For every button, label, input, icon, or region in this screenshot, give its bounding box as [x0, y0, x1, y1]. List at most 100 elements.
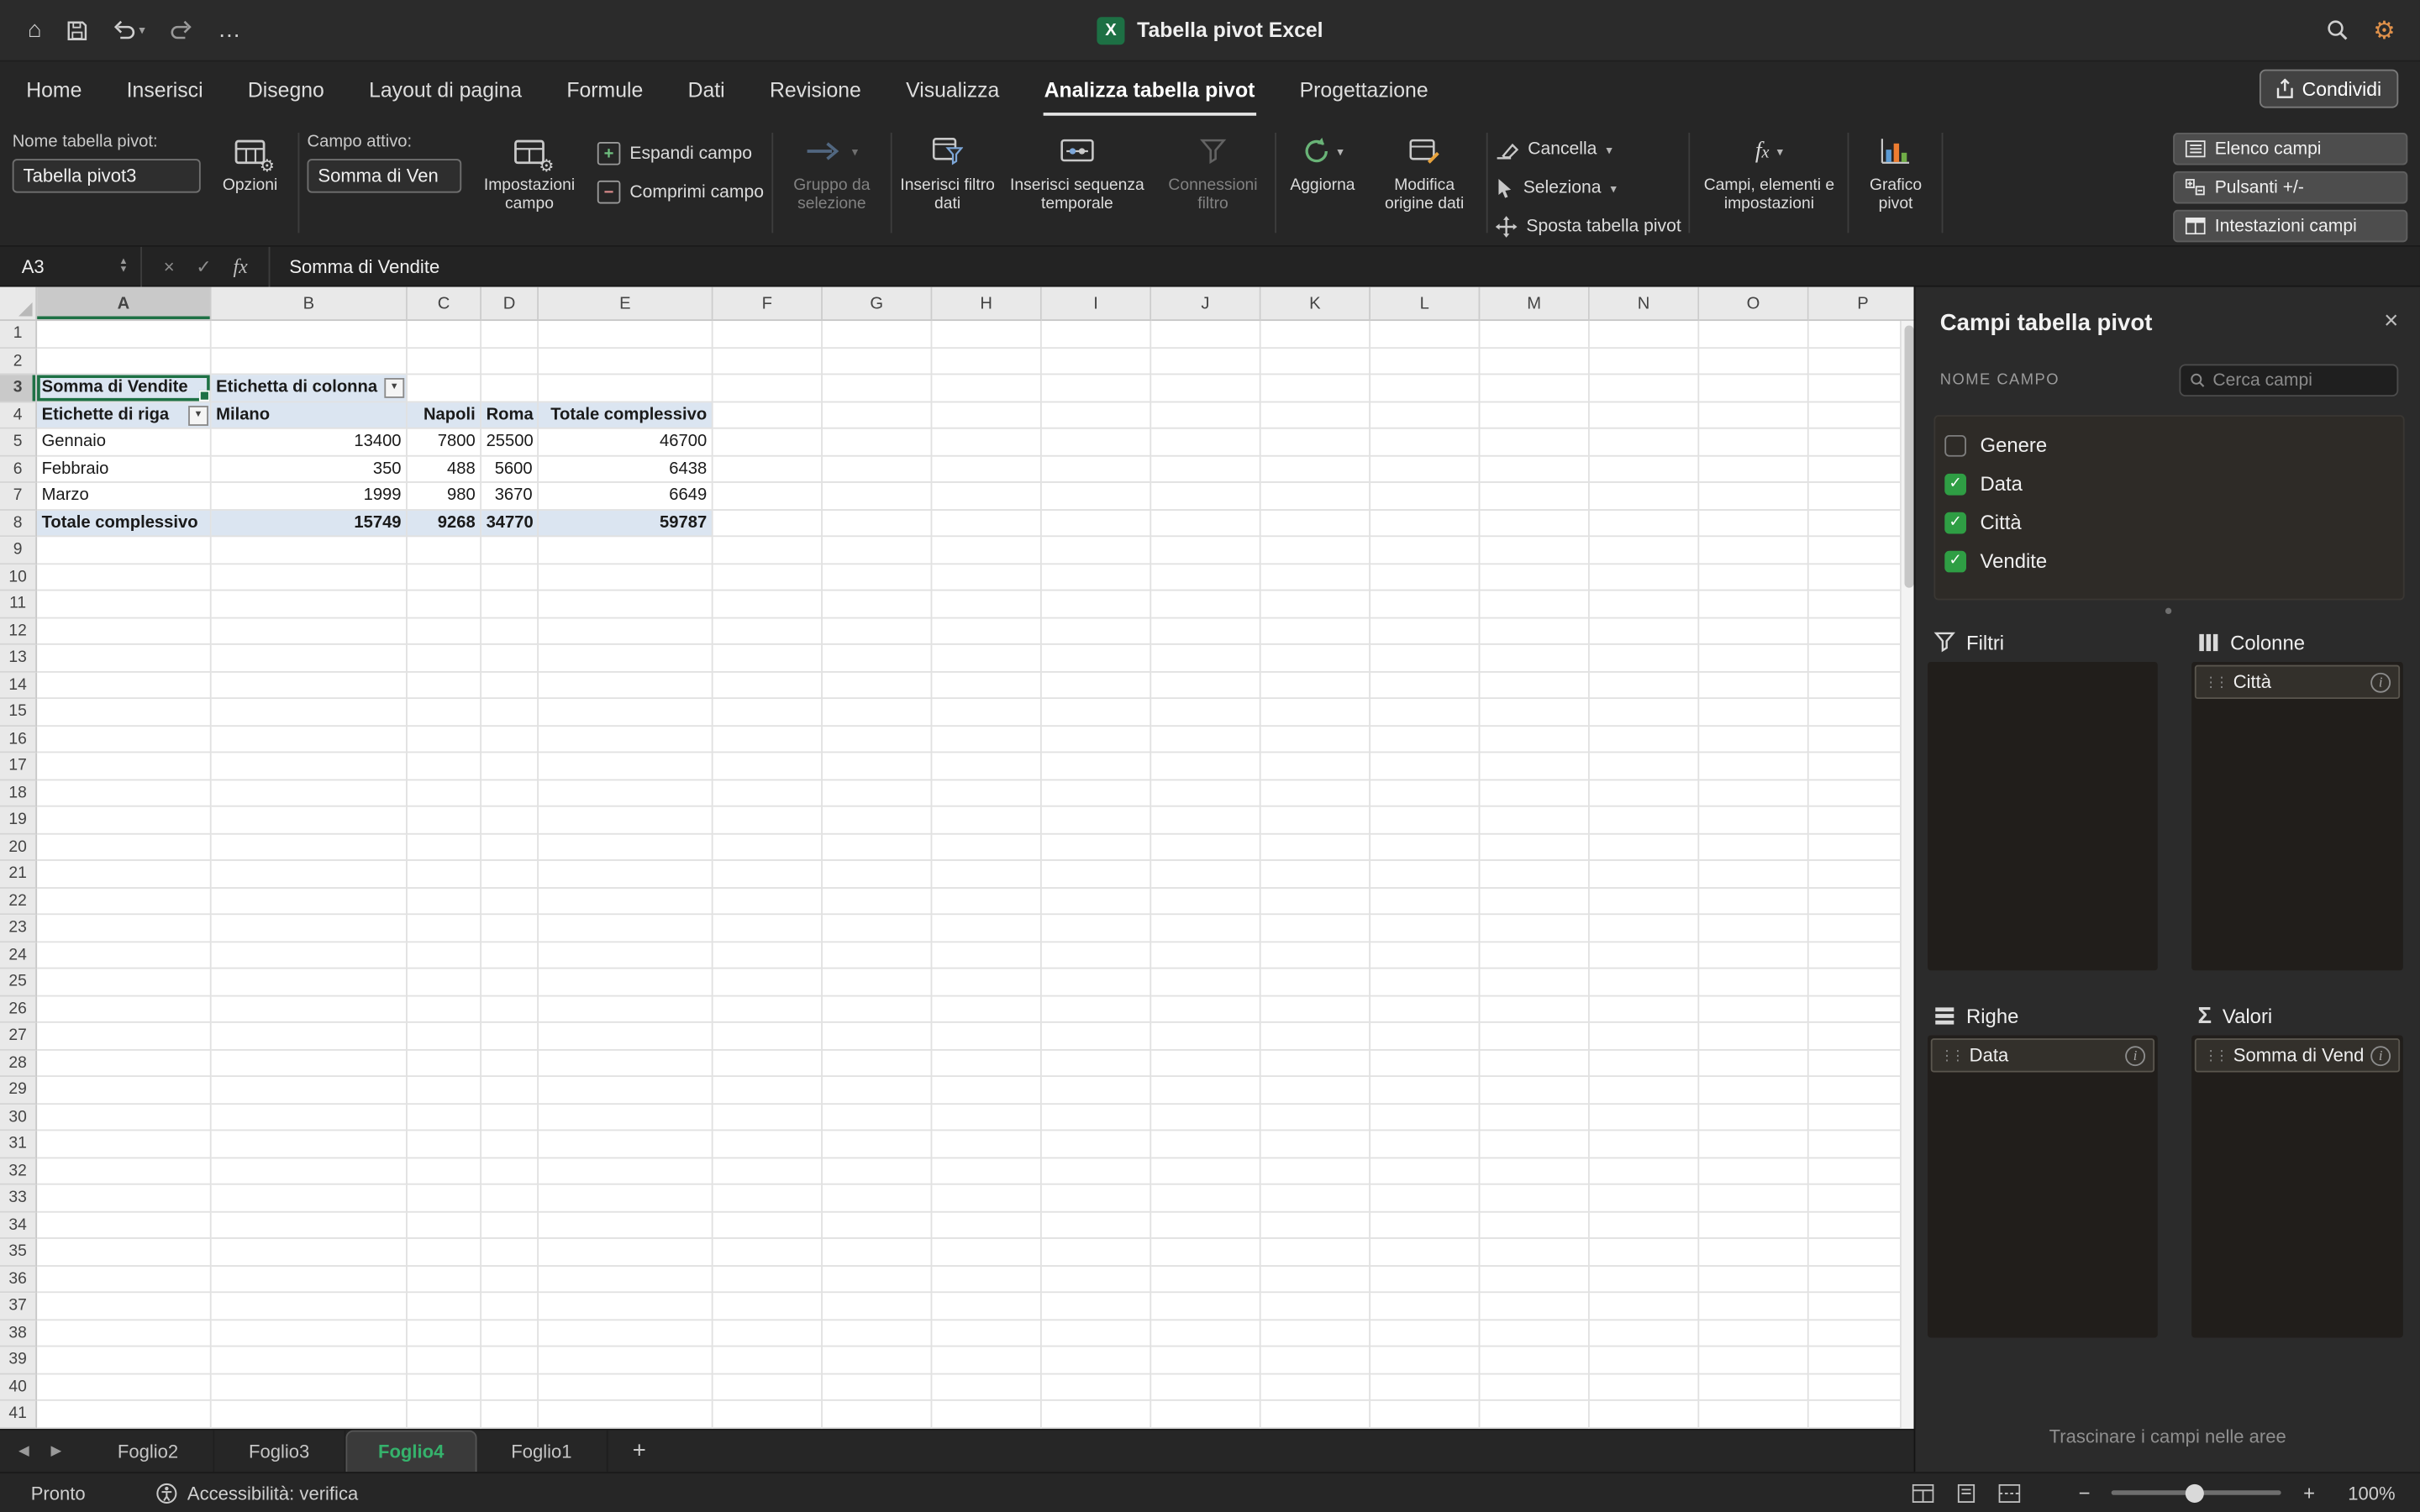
cell-I4[interactable] [1042, 402, 1151, 428]
cell-G31[interactable] [823, 1131, 932, 1158]
cell-F15[interactable] [713, 699, 823, 726]
cell-B8[interactable]: 15749 [212, 510, 408, 537]
cell-G17[interactable] [823, 753, 932, 780]
cell-J10[interactable] [1151, 564, 1260, 591]
cell-C21[interactable] [408, 861, 481, 888]
ribbon-tab-analizza-tabella-pivot[interactable]: Analizza tabella pivot [1043, 64, 1256, 115]
cell-D6[interactable]: 5600 [481, 456, 539, 483]
cell-J26[interactable] [1151, 996, 1260, 1023]
column-header-M[interactable]: M [1480, 287, 1589, 321]
cell-O21[interactable] [1699, 861, 1808, 888]
cell-P11[interactable] [1809, 591, 1914, 617]
normal-view-icon[interactable] [1912, 1483, 1933, 1502]
cell-I22[interactable] [1042, 888, 1151, 915]
cell-G40[interactable] [823, 1374, 932, 1401]
cell-B21[interactable] [212, 861, 408, 888]
page-layout-view-icon[interactable] [1955, 1483, 1977, 1502]
cell-J3[interactable] [1151, 375, 1260, 402]
cell-I10[interactable] [1042, 564, 1151, 591]
cell-P32[interactable] [1809, 1158, 1914, 1184]
cell-N14[interactable] [1590, 672, 1699, 699]
ribbon-tab-home[interactable]: Home [24, 64, 83, 115]
cell-E12[interactable] [539, 618, 713, 645]
cell-K15[interactable] [1261, 699, 1370, 726]
row-header-9[interactable]: 9 [0, 537, 37, 564]
cell-B17[interactable] [212, 753, 408, 780]
cell-N39[interactable] [1590, 1347, 1699, 1373]
cell-I39[interactable] [1042, 1347, 1151, 1373]
cell-G7[interactable] [823, 483, 932, 510]
cell-H22[interactable] [932, 888, 1041, 915]
cell-K36[interactable] [1261, 1266, 1370, 1293]
cell-L12[interactable] [1370, 618, 1480, 645]
cell-J13[interactable] [1151, 645, 1260, 672]
cell-B30[interactable] [212, 1104, 408, 1131]
cell-F33[interactable] [713, 1185, 823, 1212]
cell-M9[interactable] [1480, 537, 1589, 564]
row-header-24[interactable]: 24 [0, 942, 37, 969]
cell-P36[interactable] [1809, 1266, 1914, 1293]
cell-N31[interactable] [1590, 1131, 1699, 1158]
undo-button[interactable]: ▾ [113, 20, 145, 40]
cell-A41[interactable] [37, 1401, 212, 1428]
cell-J31[interactable] [1151, 1131, 1260, 1158]
cell-O10[interactable] [1699, 564, 1808, 591]
cell-J20[interactable] [1151, 834, 1260, 861]
column-header-H[interactable]: H [932, 287, 1041, 321]
cell-G30[interactable] [823, 1104, 932, 1131]
cell-B10[interactable] [212, 564, 408, 591]
row-header-28[interactable]: 28 [0, 1050, 37, 1077]
cell-J18[interactable] [1151, 780, 1260, 806]
cell-F13[interactable] [713, 645, 823, 672]
cell-B11[interactable] [212, 591, 408, 617]
cell-O6[interactable] [1699, 456, 1808, 483]
cell-L39[interactable] [1370, 1347, 1480, 1373]
cell-G23[interactable] [823, 915, 932, 942]
cell-P14[interactable] [1809, 672, 1914, 699]
cell-H15[interactable] [932, 699, 1041, 726]
cell-G34[interactable] [823, 1212, 932, 1239]
cell-N2[interactable] [1590, 348, 1699, 375]
cell-C39[interactable] [408, 1347, 481, 1373]
cell-D1[interactable] [481, 321, 539, 348]
cell-A6[interactable]: Febbraio [37, 456, 212, 483]
cell-P38[interactable] [1809, 1320, 1914, 1347]
cell-L41[interactable] [1370, 1401, 1480, 1428]
cell-N15[interactable] [1590, 699, 1699, 726]
cell-G35[interactable] [823, 1239, 932, 1266]
name-box[interactable]: A3 ▲▼ [0, 246, 142, 286]
cell-K41[interactable] [1261, 1401, 1370, 1428]
row-header-35[interactable]: 35 [0, 1239, 37, 1266]
cell-I28[interactable] [1042, 1050, 1151, 1077]
move-pivot-button[interactable]: Sposta tabella pivot [1496, 212, 1681, 243]
cell-O33[interactable] [1699, 1185, 1808, 1212]
cell-C34[interactable] [408, 1212, 481, 1239]
cell-E38[interactable] [539, 1320, 713, 1347]
cell-G16[interactable] [823, 726, 932, 753]
cell-B1[interactable] [212, 321, 408, 348]
ribbon-tab-formule[interactable]: Formule [566, 64, 645, 115]
cell-K18[interactable] [1261, 780, 1370, 806]
add-sheet-button[interactable]: + [633, 1438, 646, 1464]
cell-D34[interactable] [481, 1212, 539, 1239]
cell-C18[interactable] [408, 780, 481, 806]
cell-A17[interactable] [37, 753, 212, 780]
row-header-3[interactable]: 3 [0, 375, 37, 402]
cell-K9[interactable] [1261, 537, 1370, 564]
cell-P16[interactable] [1809, 726, 1914, 753]
cell-M15[interactable] [1480, 699, 1589, 726]
cell-H3[interactable] [932, 375, 1041, 402]
cell-C26[interactable] [408, 996, 481, 1023]
cell-P3[interactable] [1809, 375, 1914, 402]
cell-K35[interactable] [1261, 1239, 1370, 1266]
ribbon-tab-inserisci[interactable]: Inserisci [125, 64, 205, 115]
group-selection-button[interactable]: ▾ Gruppo da selezione [781, 123, 882, 214]
row-header-31[interactable]: 31 [0, 1131, 37, 1158]
cell-H38[interactable] [932, 1320, 1041, 1347]
cell-K6[interactable] [1261, 456, 1370, 483]
cell-L4[interactable] [1370, 402, 1480, 428]
cell-H21[interactable] [932, 861, 1041, 888]
cell-G6[interactable] [823, 456, 932, 483]
cell-I35[interactable] [1042, 1239, 1151, 1266]
cell-A5[interactable]: Gennaio [37, 429, 212, 456]
